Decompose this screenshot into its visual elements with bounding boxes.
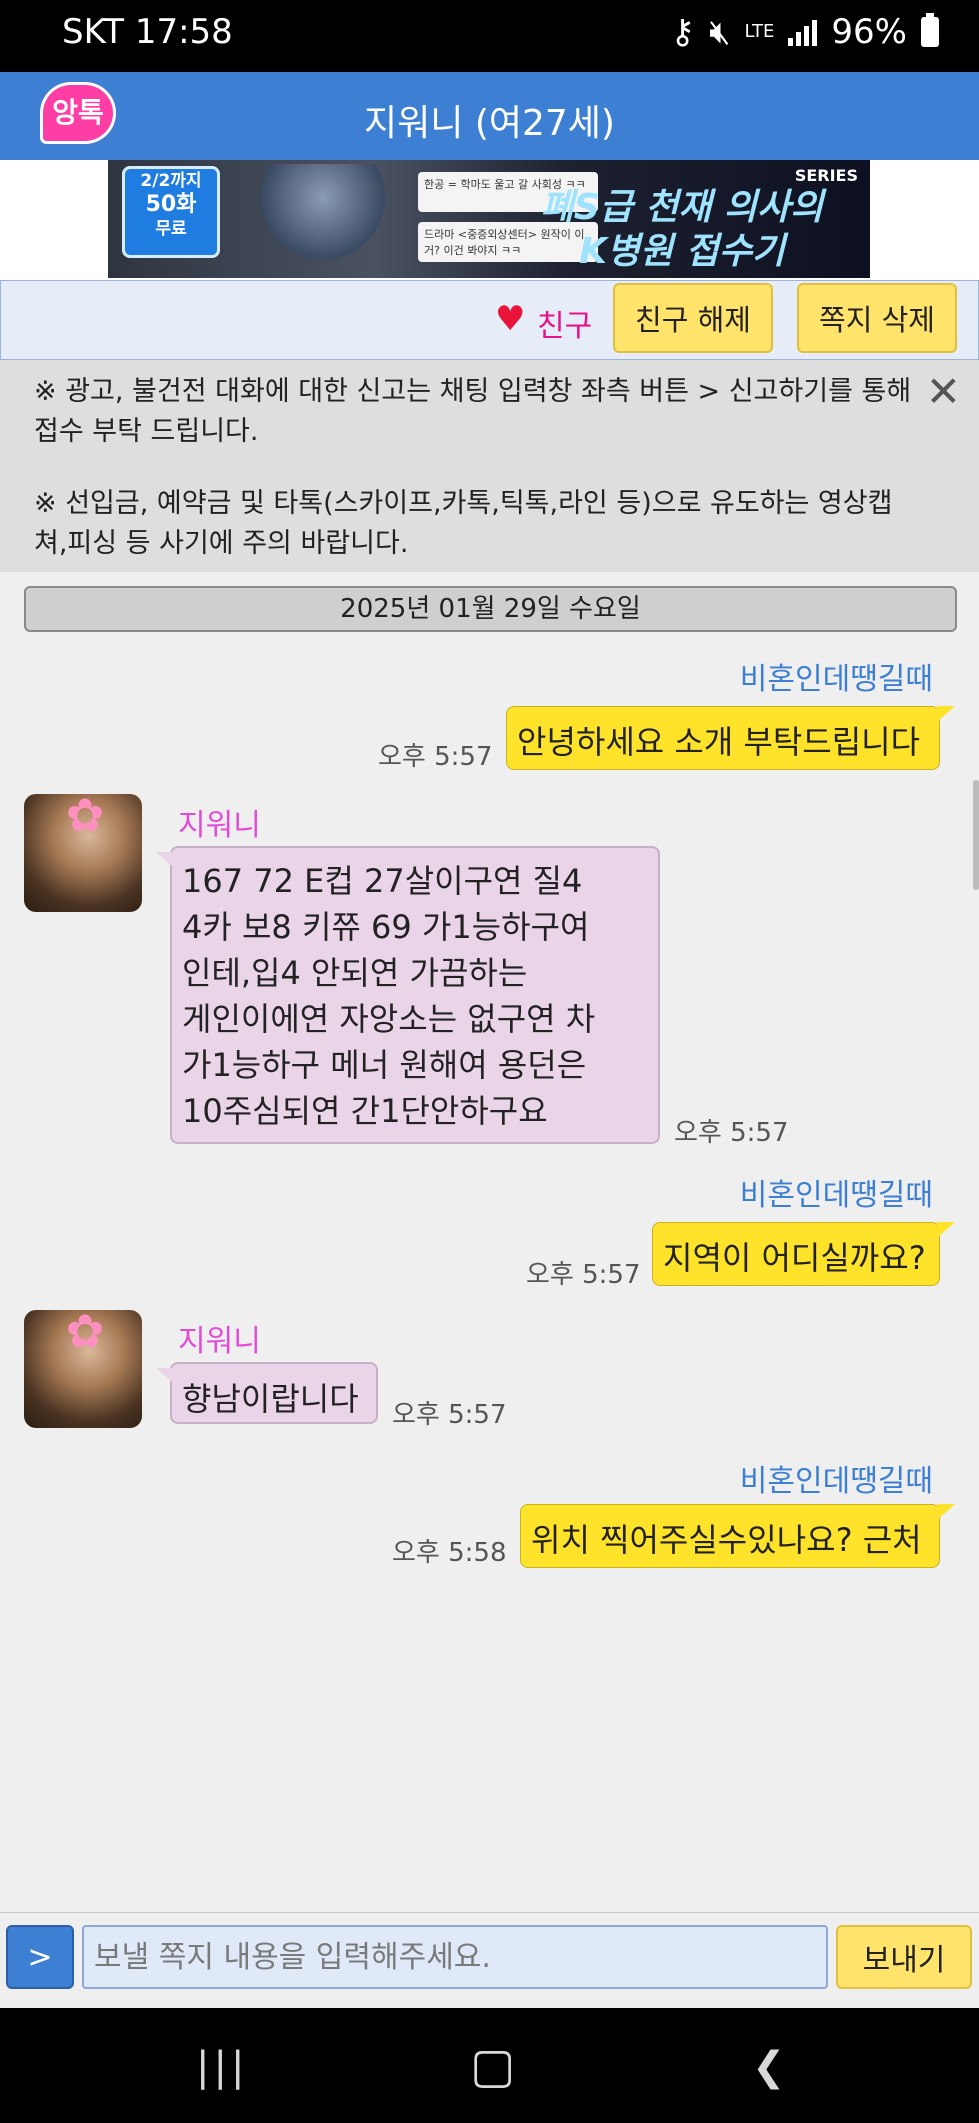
notice-scam-warning: ※ 선입금, 예약금 및 타톡(스카이프,카톡,틱톡,라인 등)으로 유도하는 … — [34, 488, 893, 559]
mute-icon: 🔇︎ — [709, 12, 731, 52]
friend-status-label: 친구 — [537, 309, 593, 344]
avatar[interactable]: ✿ — [24, 1310, 142, 1428]
lte-icon: LTE — [744, 21, 775, 42]
message-time: 오후 5:58 — [392, 1538, 507, 1568]
banner-badge-line3: 무료 — [155, 219, 187, 239]
status-carrier-time: SKT 17:58 — [62, 12, 233, 52]
banner-badge-line2: 50화 — [145, 192, 197, 217]
message-input[interactable] — [82, 1925, 828, 1989]
system-nav-bar: ||| ▢ ❮ — [0, 2008, 979, 2123]
delete-messages-button[interactable]: 쪽지 삭제 — [797, 283, 957, 353]
banner-badge: 2/2까지 50화 무료 — [122, 166, 220, 258]
message-time: 오후 5:57 — [378, 742, 493, 772]
title-bar: 앙톡 지워니 (여27세) — [0, 72, 979, 160]
send-button[interactable]: 보내기 — [836, 1925, 972, 1989]
banner-series-label: SERIES — [794, 166, 858, 185]
menu-toggle-button[interactable]: > — [6, 1925, 74, 1989]
message-bubble-in[interactable]: 향남이랍니다 — [156, 1362, 378, 1424]
banner-title-line1: 폐S급 천재 의사의 — [540, 187, 824, 228]
message-line: 10주심되연 간1단안하구요 — [182, 1092, 548, 1130]
key-icon: ⚷ — [670, 12, 696, 52]
battery-percent: 96% — [831, 12, 907, 52]
banner-character-image — [258, 164, 388, 276]
message-time: 오후 5:57 — [674, 1118, 789, 1148]
message-composer: > 보내기 — [0, 1912, 979, 2003]
message-time: 오후 5:57 — [392, 1400, 507, 1430]
unfriend-button[interactable]: 친구 해제 — [613, 283, 773, 353]
message-line: 게인이에연 자앙소는 없구연 차 — [182, 1000, 596, 1038]
flower-icon: ✿ — [65, 1310, 105, 1358]
notice-panel: ※ 광고, 불건전 대화에 대한 신고는 채팅 입력창 좌측 버튼 > 신고하기… — [0, 360, 979, 572]
status-bar: SKT 17:58 ⚷ 🔇︎ LTE 96% — [0, 0, 979, 72]
ad-banner[interactable]: 2/2까지 50화 무료 한공 = 학마도 울고 갈 사회성 ㅋㅋ 드라마 <중… — [108, 160, 870, 278]
message-line: 인테,입4 안되연 가끔하는 — [182, 954, 528, 992]
sender-name: 비혼인데땡길때 — [739, 1178, 933, 1213]
message-bubble-out[interactable]: 위치 찍어주실수있나요? 근처 — [520, 1504, 955, 1568]
notice-report: ※ 광고, 불건전 대화에 대한 신고는 채팅 입력창 좌측 버튼 > 신고하기… — [34, 376, 912, 447]
close-icon[interactable]: ✕ — [926, 371, 961, 413]
message-time: 오후 5:57 — [526, 1260, 641, 1290]
signal-icon — [788, 18, 818, 46]
sender-name: 비혼인데땡길때 — [739, 1464, 933, 1499]
message-bubble-out[interactable]: 지역이 어디실까요? — [652, 1222, 955, 1286]
receiver-name: 지워니 — [178, 1324, 261, 1359]
battery-icon — [921, 13, 939, 47]
scrollbar[interactable] — [973, 780, 979, 890]
message-line: 4카 보8 키쮸 69 가1능하구여 — [182, 908, 590, 946]
heart-icon: ♥ — [495, 299, 526, 339]
message-bubble-out[interactable]: 안녕하세요 소개 부탁드립니다 — [506, 706, 955, 770]
chat-title: 지워니 (여27세) — [364, 103, 615, 144]
message-line: 가1능하구 메너 원해여 용던은 — [182, 1046, 587, 1084]
message-line: 167 72 E컵 27살이구연 질4 — [182, 862, 583, 900]
avatar[interactable]: ✿ — [24, 794, 142, 912]
friend-action-bar: ♥ 친구 친구 해제 쪽지 삭제 — [0, 280, 979, 360]
banner-title: 폐S급 천재 의사의 K병원 접수기 — [532, 186, 832, 274]
ad-banner-area: 2/2까지 50화 무료 한공 = 학마도 울고 갈 사회성 ㅋㅋ 드라마 <중… — [0, 160, 979, 280]
message-bubble-in[interactable]: 167 72 E컵 27살이구연 질4 4카 보8 키쮸 69 가1능하구여 인… — [156, 846, 660, 1144]
date-divider: 2025년 01월 29일 수요일 — [24, 586, 957, 632]
banner-badge-line1: 2/2까지 — [140, 171, 202, 191]
flower-icon: ✿ — [65, 794, 105, 842]
banner-title-line2: K병원 접수기 — [578, 231, 786, 272]
receiver-name: 지워니 — [178, 808, 261, 843]
home-icon[interactable]: ▢ — [470, 2038, 515, 2094]
back-icon[interactable]: ❮ — [752, 2044, 786, 2090]
status-icons: ⚷ 🔇︎ LTE 96% — [670, 12, 939, 52]
sender-name: 비혼인데땡길때 — [739, 662, 933, 697]
recent-apps-icon[interactable]: ||| — [196, 2044, 248, 2090]
